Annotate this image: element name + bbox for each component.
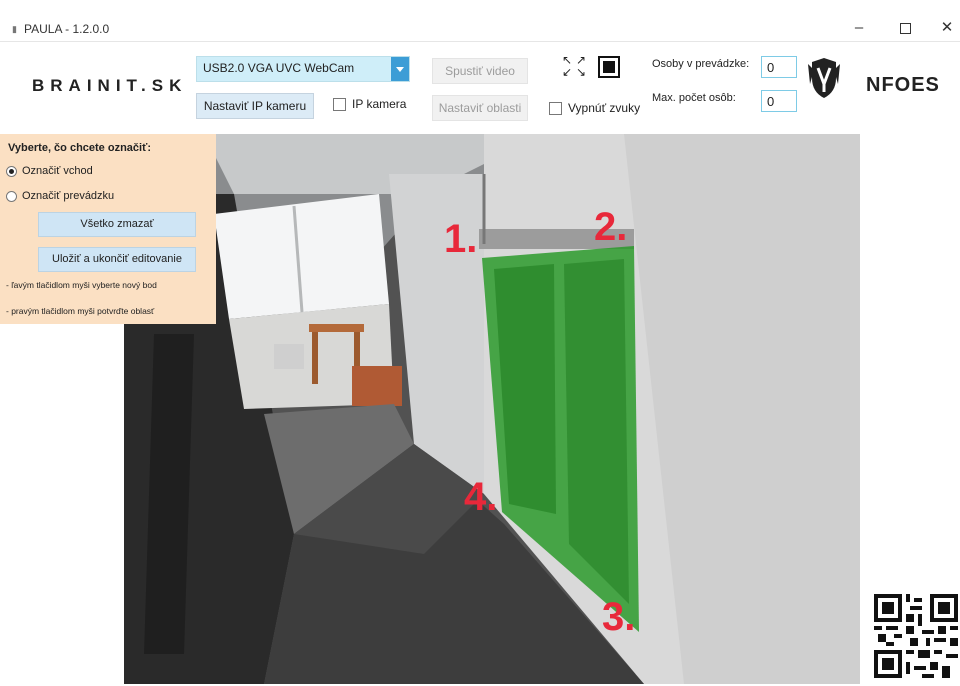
mute-sounds-checkbox-box[interactable] xyxy=(549,101,562,115)
chevron-down-icon[interactable] xyxy=(391,57,409,81)
ip-camera-checkbox-box[interactable] xyxy=(333,97,346,111)
camera-view[interactable]: 1. 2. 3. 4. xyxy=(124,134,860,684)
mute-sounds-checkbox[interactable]: Vypnúť zvuky xyxy=(549,101,640,115)
maximize-icon xyxy=(899,22,911,34)
fullscreen-icon[interactable] xyxy=(598,56,620,78)
max-persons-input[interactable]: 0 xyxy=(761,90,797,112)
close-button[interactable]: ✕ xyxy=(930,16,960,40)
marker-4: 4. xyxy=(464,475,497,519)
marker-3: 3. xyxy=(602,595,635,639)
mark-premise-radio-circle[interactable] xyxy=(6,190,17,202)
marker-1: 1. xyxy=(444,217,477,261)
ip-camera-checkbox[interactable]: IP kamera xyxy=(333,97,406,111)
set-areas-button[interactable]: Nastaviť oblasti xyxy=(432,95,528,121)
mark-premise-radio[interactable]: Označiť prevádzku xyxy=(6,190,114,202)
edit-panel: Vyberte, čo chcete označiť: Označiť vcho… xyxy=(0,134,216,324)
set-ip-camera-button[interactable]: Nastaviť IP kameru xyxy=(196,93,314,119)
camera-select[interactable]: USB2.0 VGA UVC WebCam xyxy=(196,56,410,82)
clear-all-button[interactable]: Všetko zmazať xyxy=(38,212,196,237)
hint-left-click: - ľavým tlačidlom myši vyberte nový bod xyxy=(6,280,157,290)
mark-premise-label: Označiť prevádzku xyxy=(22,190,115,202)
partner-logo-text: NFOES xyxy=(866,74,940,96)
mute-sounds-label: Vypnúť zvuky xyxy=(568,101,641,115)
qr-code-icon xyxy=(874,594,958,678)
mark-entry-label: Označiť vchod xyxy=(22,165,93,177)
persons-input[interactable]: 0 xyxy=(761,56,797,78)
marker-2: 2. xyxy=(594,205,627,249)
expand-icon[interactable]: ↖↗ ↙↘ xyxy=(562,54,588,80)
hint-right-click: - pravým tlačidlom myši potvrďte oblasť xyxy=(6,306,155,316)
maximize-button[interactable] xyxy=(888,16,922,40)
camera-select-value: USB2.0 VGA UVC WebCam xyxy=(203,61,355,75)
window-title: PAULA - 1.2.0.0 xyxy=(24,22,110,36)
panel-title: Vyberte, čo chcete označiť: xyxy=(8,142,152,154)
app-icon: ▮ xyxy=(12,24,17,34)
ip-camera-checkbox-label: IP kamera xyxy=(352,97,407,111)
save-finish-button[interactable]: Uložiť a ukončiť editovanie xyxy=(38,247,196,272)
start-video-button[interactable]: Spustiť video xyxy=(432,58,528,84)
mark-entry-radio[interactable]: Označiť vchod xyxy=(6,165,93,177)
persons-label: Osoby v prevádzke: xyxy=(652,58,750,70)
title-bar: ▮ PAULA - 1.2.0.0 – ✕ xyxy=(0,0,960,42)
max-persons-label: Max. počet osôb: xyxy=(652,92,736,104)
minimize-button[interactable]: – xyxy=(842,16,876,40)
brand-logo: BRAINIT.SK xyxy=(32,76,188,95)
mark-entry-radio-circle[interactable] xyxy=(6,165,17,177)
